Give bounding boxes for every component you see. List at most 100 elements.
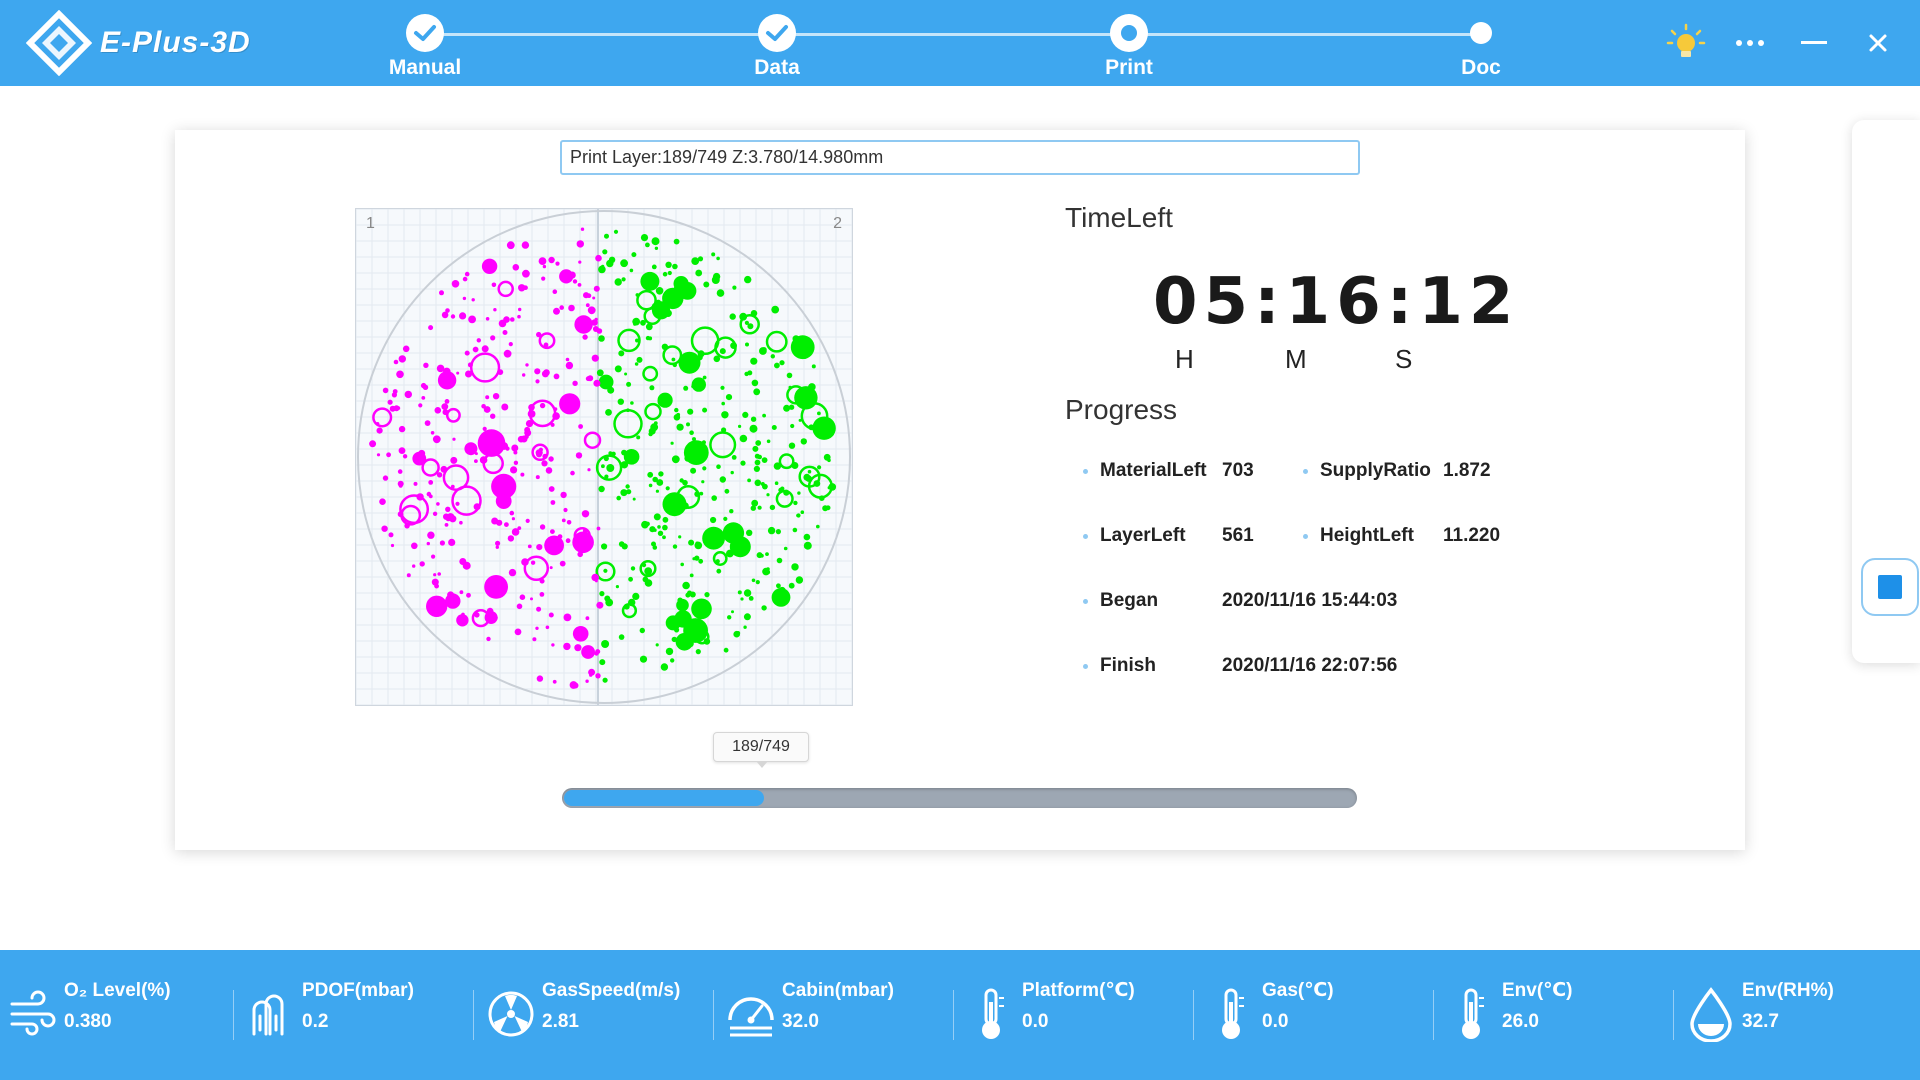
step-label: Data <box>754 56 800 79</box>
logo-text: E-Plus-3D <box>100 26 251 59</box>
bullet <box>1083 598 1088 604</box>
layer-slider-tooltip: 189/749 <box>713 732 809 768</box>
sensor-cabin: Cabin(mbar) 32.0 <box>726 978 894 1048</box>
stat-value: 11.220 <box>1443 525 1501 546</box>
bullet <box>1083 663 1088 669</box>
side-panel <box>1852 120 1920 663</box>
step-label: Manual <box>388 56 462 79</box>
divider <box>953 990 954 1040</box>
pressure-icon <box>252 994 284 1036</box>
sensor-label: GasSpeed(m/s) <box>542 980 681 1001</box>
sensor-value: 0.0 <box>1022 1011 1049 1032</box>
step-label: Doc <box>1461 56 1501 79</box>
stat-value: 2020/11/16 22:07:56 <box>1222 655 1398 676</box>
sensor-label: Env(℃) <box>1502 980 1573 1001</box>
layer-preview-canvas <box>356 209 852 705</box>
stat-value: 2020/11/16 15:44:03 <box>1222 590 1398 611</box>
bullet <box>1083 468 1088 474</box>
gauge-icon <box>728 997 774 1037</box>
preview-label-2: 2 <box>833 215 842 232</box>
stat-label: HeightLeft <box>1320 525 1414 546</box>
top-bar: E-Plus-3D Manual Data Print Doc <box>0 0 1920 86</box>
sensor-value: 0.380 <box>64 1011 112 1032</box>
sensor-env-humidity: Env(RH%) 32.7 <box>1686 978 1834 1048</box>
step-current-icon <box>1110 14 1148 52</box>
sensor-label: Platform(℃) <box>1022 980 1135 1001</box>
bullet <box>1083 533 1088 539</box>
stat-material-left: MaterialLeft 703 <box>1083 460 1254 482</box>
step-label: Print <box>1105 56 1153 79</box>
sensor-label: Cabin(mbar) <box>782 980 894 1001</box>
more-icon[interactable] <box>1728 21 1772 65</box>
unit-minutes: M <box>1285 344 1307 374</box>
stop-button[interactable] <box>1861 558 1919 616</box>
stat-supply-ratio: SupplyRatio 1.872 <box>1303 460 1491 482</box>
thermometer-icon <box>1462 988 1484 1039</box>
stat-label: Began <box>1100 590 1159 611</box>
sensor-value: 0.0 <box>1262 1011 1289 1032</box>
stat-layer-left: LayerLeft 561 <box>1083 525 1254 547</box>
print-layer-field: Print Layer:189/749 Z:3.780/14.980mm <box>560 140 1360 175</box>
print-card: Print Layer:189/749 Z:3.780/14.980mm 1 2… <box>175 130 1745 850</box>
sensor-value: 26.0 <box>1502 1011 1539 1032</box>
step-done-icon <box>758 14 796 52</box>
sensor-gas-temp: Gas(℃) 0.0 <box>1206 978 1334 1048</box>
sensor-label: Gas(℃) <box>1262 980 1334 1001</box>
thermometer-icon <box>982 988 1004 1039</box>
sensor-value: 2.81 <box>542 1011 579 1032</box>
step-manual[interactable]: Manual <box>345 14 505 80</box>
stat-label: LayerLeft <box>1100 525 1186 546</box>
fan-icon <box>488 991 534 1037</box>
logo: E-Plus-3D <box>26 10 251 76</box>
timeleft-value: 05:16:12 <box>1153 265 1520 339</box>
divider <box>1433 990 1434 1040</box>
step-print[interactable]: Print <box>1049 14 1209 80</box>
step-data[interactable]: Data <box>697 14 857 80</box>
sensor-o2-level: O₂ Level(%) 0.380 <box>8 978 171 1048</box>
part-slices <box>369 227 837 689</box>
sensor-gas-speed: GasSpeed(m/s) 2.81 <box>486 978 680 1048</box>
droplet-icon <box>1690 987 1732 1042</box>
stat-label: MaterialLeft <box>1100 460 1207 481</box>
sensor-value: 0.2 <box>302 1011 329 1032</box>
unit-seconds: S <box>1395 344 1413 374</box>
thermometer-icon <box>1222 988 1244 1039</box>
layer-slider[interactable] <box>562 788 1357 808</box>
progress-title: Progress <box>1065 394 1178 425</box>
bullet <box>1303 468 1308 474</box>
steps-line <box>425 33 1485 36</box>
unit-hours: H <box>1175 344 1194 374</box>
sensor-value: 32.0 <box>782 1011 819 1032</box>
timeleft-title: TimeLeft <box>1065 202 1173 233</box>
sensor-platform-temp: Platform(℃) 0.0 <box>966 978 1135 1048</box>
step-done-icon <box>406 14 444 52</box>
bullet <box>1303 533 1308 539</box>
sensor-value: 32.7 <box>1742 1011 1779 1032</box>
stat-value: 561 <box>1222 525 1254 546</box>
stat-height-left: HeightLeft 11.220 <box>1303 525 1500 547</box>
layer-preview[interactable]: 1 2 <box>355 208 853 706</box>
sensor-env-temp: Env(℃) 26.0 <box>1446 978 1573 1048</box>
divider <box>233 990 234 1040</box>
sensor-pdof: PDOF(mbar) 0.2 <box>246 978 414 1048</box>
stat-label: SupplyRatio <box>1320 460 1431 481</box>
minimize-icon[interactable] <box>1792 21 1836 65</box>
sensor-label: Env(RH%) <box>1742 980 1834 1001</box>
step-pending-icon <box>1470 22 1492 44</box>
preview-label-1: 1 <box>366 215 375 232</box>
divider <box>1193 990 1194 1040</box>
window-controls <box>1664 10 1900 76</box>
sensor-label: O₂ Level(%) <box>64 980 171 1001</box>
step-doc[interactable]: Doc <box>1401 14 1561 80</box>
status-bar: O₂ Level(%) 0.380 PDOF(mbar) 0.2 GasSpee… <box>0 950 1920 1080</box>
divider <box>473 990 474 1040</box>
stat-value: 703 <box>1222 460 1254 481</box>
layer-slider-fill <box>564 790 764 806</box>
stat-value: 1.872 <box>1443 460 1491 481</box>
light-bulb-icon[interactable] <box>1664 21 1708 65</box>
stat-began: Began 2020/11/16 15:44:03 <box>1083 590 1397 612</box>
close-icon[interactable] <box>1856 21 1900 65</box>
sensor-label: PDOF(mbar) <box>302 980 414 1001</box>
stop-icon <box>1878 575 1902 599</box>
divider <box>1673 990 1674 1040</box>
